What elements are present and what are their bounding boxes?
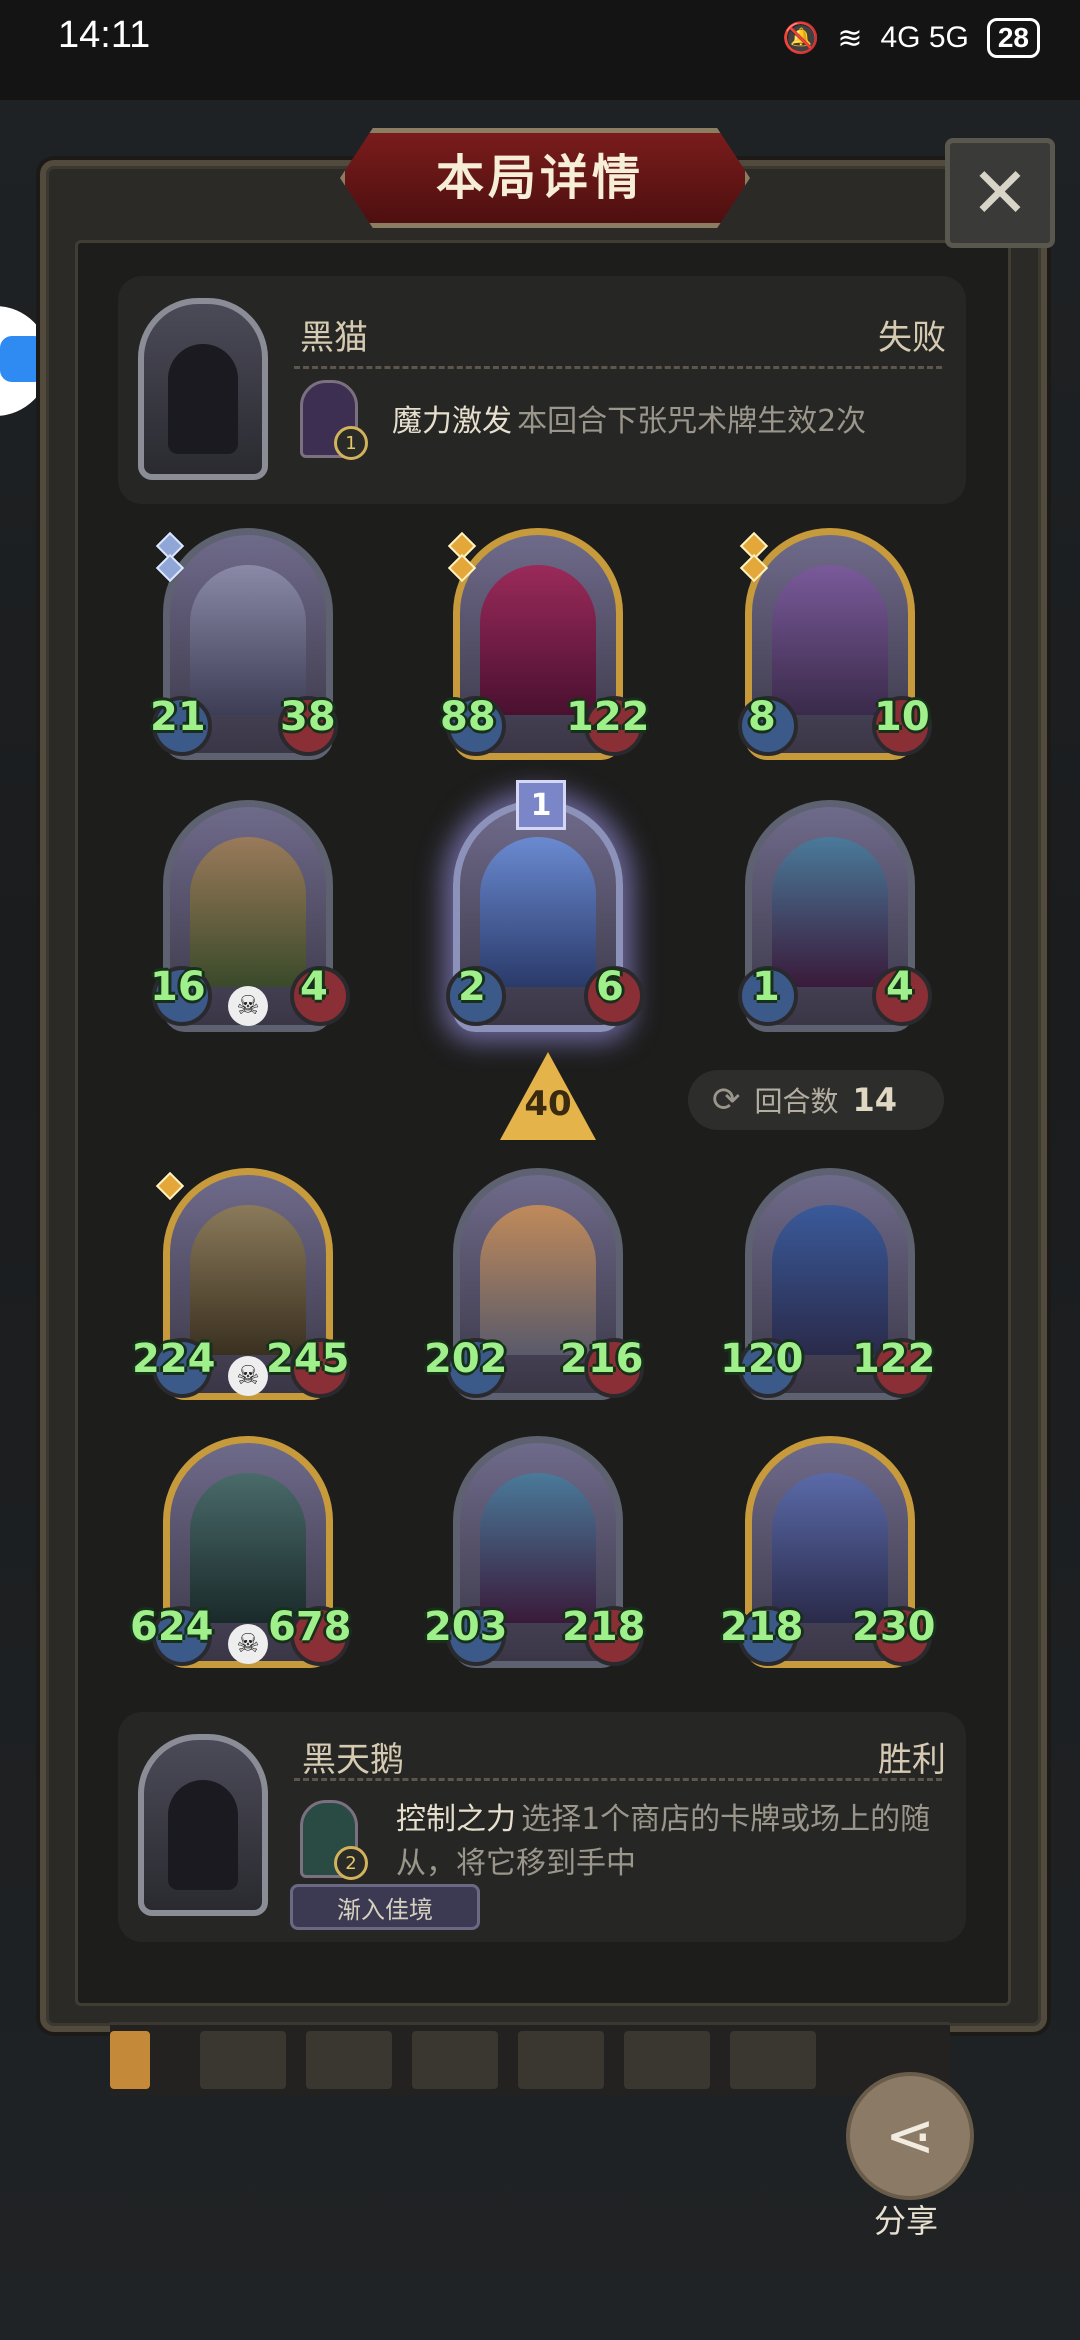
minion-attack: 120: [720, 1336, 804, 1382]
opponent-skill-description: 本回合下张咒术牌生效2次: [517, 404, 867, 439]
bone-dragon-art: [190, 1205, 306, 1355]
player-avatar: [138, 1734, 268, 1916]
minion-attack: 21: [150, 694, 206, 740]
tray-card: [306, 2031, 392, 2089]
skill-level-badge: 1: [334, 426, 368, 460]
minion-health: 218: [562, 1604, 646, 1650]
minion-attack: 224: [132, 1336, 216, 1382]
player-tag: 渐入佳境: [290, 1884, 480, 1930]
tray-card: [518, 2031, 604, 2089]
minion-attack: 2: [458, 964, 486, 1010]
minion-health: 4: [300, 964, 328, 1010]
share-button[interactable]: ⋖: [846, 2072, 974, 2200]
minion-attack: 16: [150, 964, 206, 1010]
tavern-tier-value: 40: [524, 1084, 572, 1124]
share-icon: ⋖: [884, 2101, 936, 2171]
demon-art: [480, 565, 596, 715]
skull-icon: ☠: [228, 986, 268, 1026]
tray-card: [200, 2031, 286, 2089]
tray-card: [412, 2031, 498, 2089]
close-icon: ✕: [970, 152, 1030, 234]
wizard-art: [772, 1473, 888, 1623]
skill-level-badge: 2: [334, 1846, 368, 1880]
iron-golem-art: [190, 1473, 306, 1623]
level-badge: 1: [516, 780, 566, 830]
minion-health: 122: [852, 1336, 936, 1382]
minion-health: 230: [852, 1604, 936, 1650]
black-swan-figure: [168, 1780, 238, 1890]
round-label: 回合数: [754, 1085, 839, 1118]
minion-attack: 218: [720, 1604, 804, 1650]
frost-spirit-art: [480, 837, 596, 987]
player-skill-description: 选择1个商店的卡牌或场上的随: [521, 1802, 931, 1837]
player-skill-name: 控制之力: [396, 1802, 516, 1837]
skull-icon: ☠: [228, 1356, 268, 1396]
cyborg-art: [480, 1205, 596, 1355]
status-bar: 14:11 🔕 ≋ 4G 5G 28: [0, 0, 1080, 80]
minion-attack: 1: [752, 964, 780, 1010]
tray-card: [624, 2031, 710, 2089]
minion-health: 122: [566, 694, 650, 740]
status-icons: 🔕 ≋ 4G 5G 28: [782, 18, 1040, 58]
card-tray: [110, 2022, 950, 2095]
tray-card: [730, 2031, 816, 2089]
elf-art: [772, 837, 888, 987]
opponent-result: 失败: [878, 318, 946, 358]
divider: [294, 1778, 942, 1781]
black-cat-figure: [168, 344, 238, 454]
player-skill: 控制之力 选择1个商店的卡牌或场上的随 从，将它移到手中: [396, 1800, 956, 1884]
wifi-icon: ≋: [837, 21, 863, 55]
round-counter: ⟳ 回合数 14: [688, 1070, 944, 1130]
minion-health: 6: [596, 964, 624, 1010]
beast-art: [772, 565, 888, 715]
share-label: 分享: [873, 2202, 938, 2240]
minion-attack: 8: [748, 694, 776, 740]
minion-health: 10: [874, 694, 930, 740]
elf-art: [480, 1473, 596, 1623]
knight-art: [772, 1205, 888, 1355]
dragon-art: [190, 565, 306, 715]
player-skill-description-line2: 从，将它移到手中: [396, 1846, 636, 1881]
opponent-skill-name: 魔力激发: [392, 404, 512, 439]
opponent-name: 黑猫: [300, 318, 368, 358]
minion-health: 216: [560, 1336, 644, 1382]
status-time: 14:11: [58, 14, 151, 56]
skull-icon: ☠: [228, 1624, 268, 1664]
minion-attack: 202: [424, 1336, 508, 1382]
battery-icon: 28: [986, 18, 1040, 58]
player-summary: 黑天鹅 胜利 2 控制之力 选择1个商店的卡牌或场上的随 从，将它移到手中: [118, 1712, 966, 1942]
close-button[interactable]: ✕: [945, 138, 1055, 248]
dialog-title: 本局详情: [435, 150, 644, 206]
minion-attack: 88: [440, 694, 496, 740]
minion-attack: 203: [424, 1604, 508, 1650]
opponent-avatar: [138, 298, 268, 480]
tray-card: [110, 2031, 150, 2089]
minion-health: 4: [886, 964, 914, 1010]
network-label: 4G 5G: [880, 21, 969, 54]
opponent-summary: 黑猫 失败 1 魔力激发 本回合下张咒术牌生效2次: [118, 276, 966, 504]
player-name: 黑天鹅: [302, 1740, 404, 1780]
mute-icon: 🔕: [781, 21, 820, 55]
refresh-icon: ⟳: [712, 1080, 741, 1120]
minion-attack: 624: [130, 1604, 214, 1650]
minion-health: 38: [280, 694, 336, 740]
round-value: 14: [852, 1081, 898, 1119]
opponent-skill: 魔力激发 本回合下张咒术牌生效2次: [392, 396, 866, 440]
player-result: 胜利: [878, 1740, 946, 1780]
minion-health: 245: [266, 1336, 350, 1382]
wooden-doll-art: [190, 837, 306, 987]
divider: [294, 366, 942, 369]
minion-health: 678: [268, 1604, 352, 1650]
